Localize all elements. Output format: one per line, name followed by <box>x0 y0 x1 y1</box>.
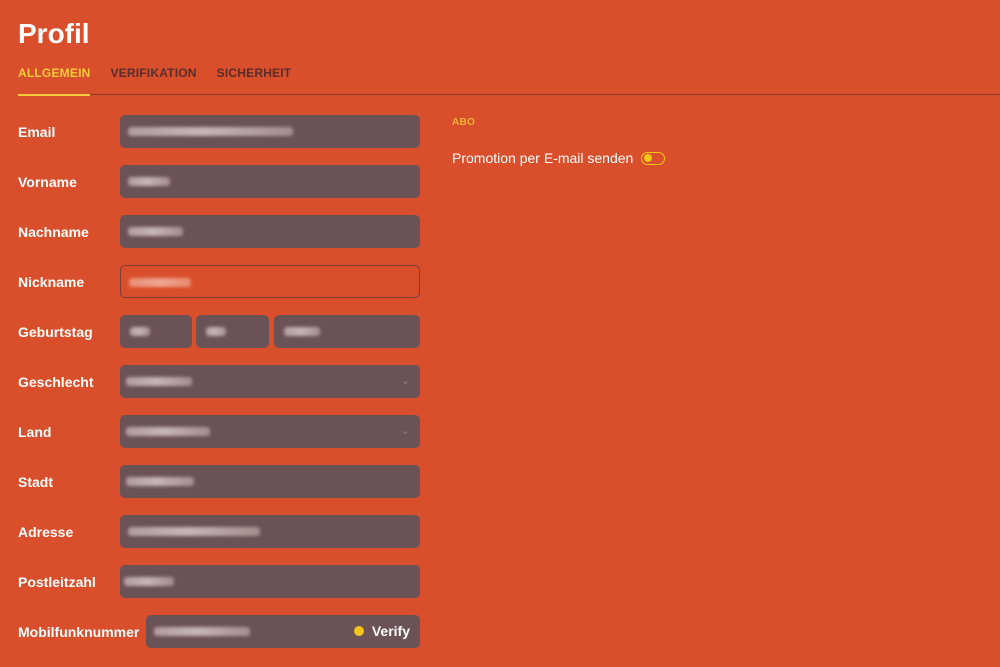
tab-sicherheit[interactable]: SICHERHEIT <box>217 64 292 95</box>
email-row: Email <box>18 115 420 165</box>
redacted-value <box>154 627 250 636</box>
birthday-label: Geburtstag <box>18 324 93 340</box>
zip-label: Postleitzahl <box>18 574 96 590</box>
toggle-knob <box>644 154 653 162</box>
nickname-field[interactable] <box>120 265 420 298</box>
redacted-value <box>128 177 170 186</box>
redacted-value <box>206 327 226 336</box>
city-row: Stadt <box>18 465 420 515</box>
redacted-value <box>124 577 174 586</box>
redacted-value <box>128 527 260 536</box>
mobile-row: Mobilfunknummer Verify <box>18 615 420 665</box>
tab-allgemein[interactable]: ALLGEMEIN <box>18 64 91 96</box>
redacted-value <box>130 327 150 336</box>
country-select[interactable]: ⌄ <box>120 415 420 448</box>
country-label: Land <box>18 424 52 440</box>
subscription-section: ABO Promotion per E-mail senden <box>452 117 666 166</box>
redacted-value <box>126 377 192 386</box>
promo-toggle[interactable] <box>641 151 666 165</box>
verify-button[interactable]: Verify <box>353 623 410 639</box>
address-label: Adresse <box>18 524 74 540</box>
tab-bar: ALLGEMEIN VERIFIKATION SICHERHEIT <box>18 64 1000 96</box>
address-row: Adresse <box>18 515 420 565</box>
promo-label: Promotion per E-mail senden <box>452 150 634 166</box>
email-field[interactable] <box>120 115 420 148</box>
lastname-label: Nachname <box>18 224 89 240</box>
mobile-label: Mobilfunknummer <box>18 624 140 640</box>
firstname-field[interactable] <box>120 165 420 198</box>
verify-label: Verify <box>371 623 410 639</box>
firstname-row: Vorname <box>18 165 420 215</box>
gender-select[interactable]: ⌄ <box>120 365 420 398</box>
redacted-value <box>126 477 194 486</box>
country-row: Land ⌄ <box>18 415 420 465</box>
redacted-value <box>284 327 320 336</box>
address-field[interactable] <box>120 515 420 548</box>
birthday-year-field[interactable] <box>274 315 420 348</box>
city-field[interactable] <box>120 465 420 498</box>
birthday-day-field[interactable] <box>120 315 192 348</box>
chevron-down-icon: ⌄ <box>400 425 410 437</box>
profile-page: Profil ALLGEMEIN VERIFIKATION SICHERHEIT… <box>0 0 1000 667</box>
zip-row: Postleitzahl <box>18 565 420 615</box>
page-title: Profil <box>18 18 90 49</box>
subscription-title: ABO <box>452 117 476 128</box>
profile-form: Email Vorname Nachname Nickname Geburtst… <box>18 115 420 665</box>
city-label: Stadt <box>18 474 53 490</box>
email-label: Email <box>18 124 56 140</box>
dot-icon <box>353 626 364 636</box>
birthday-month-field[interactable] <box>196 315 269 348</box>
gender-label: Geschlecht <box>18 374 94 390</box>
redacted-value <box>128 127 293 136</box>
redacted-value <box>126 427 210 436</box>
lastname-row: Nachname <box>18 215 420 265</box>
redacted-value <box>129 278 191 287</box>
chevron-down-icon: ⌄ <box>400 375 410 387</box>
birthday-row: Geburtstag <box>18 315 420 365</box>
gender-row: Geschlecht ⌄ <box>18 365 420 415</box>
nickname-label: Nickname <box>18 274 85 290</box>
nickname-row: Nickname <box>18 265 420 315</box>
zip-field[interactable] <box>120 565 420 598</box>
lastname-field[interactable] <box>120 215 420 248</box>
mobile-field[interactable]: Verify <box>146 615 420 648</box>
firstname-label: Vorname <box>18 174 77 190</box>
redacted-value <box>128 227 183 236</box>
promo-setting: Promotion per E-mail senden <box>452 150 666 166</box>
tab-verifikation[interactable]: VERIFIKATION <box>110 64 196 95</box>
